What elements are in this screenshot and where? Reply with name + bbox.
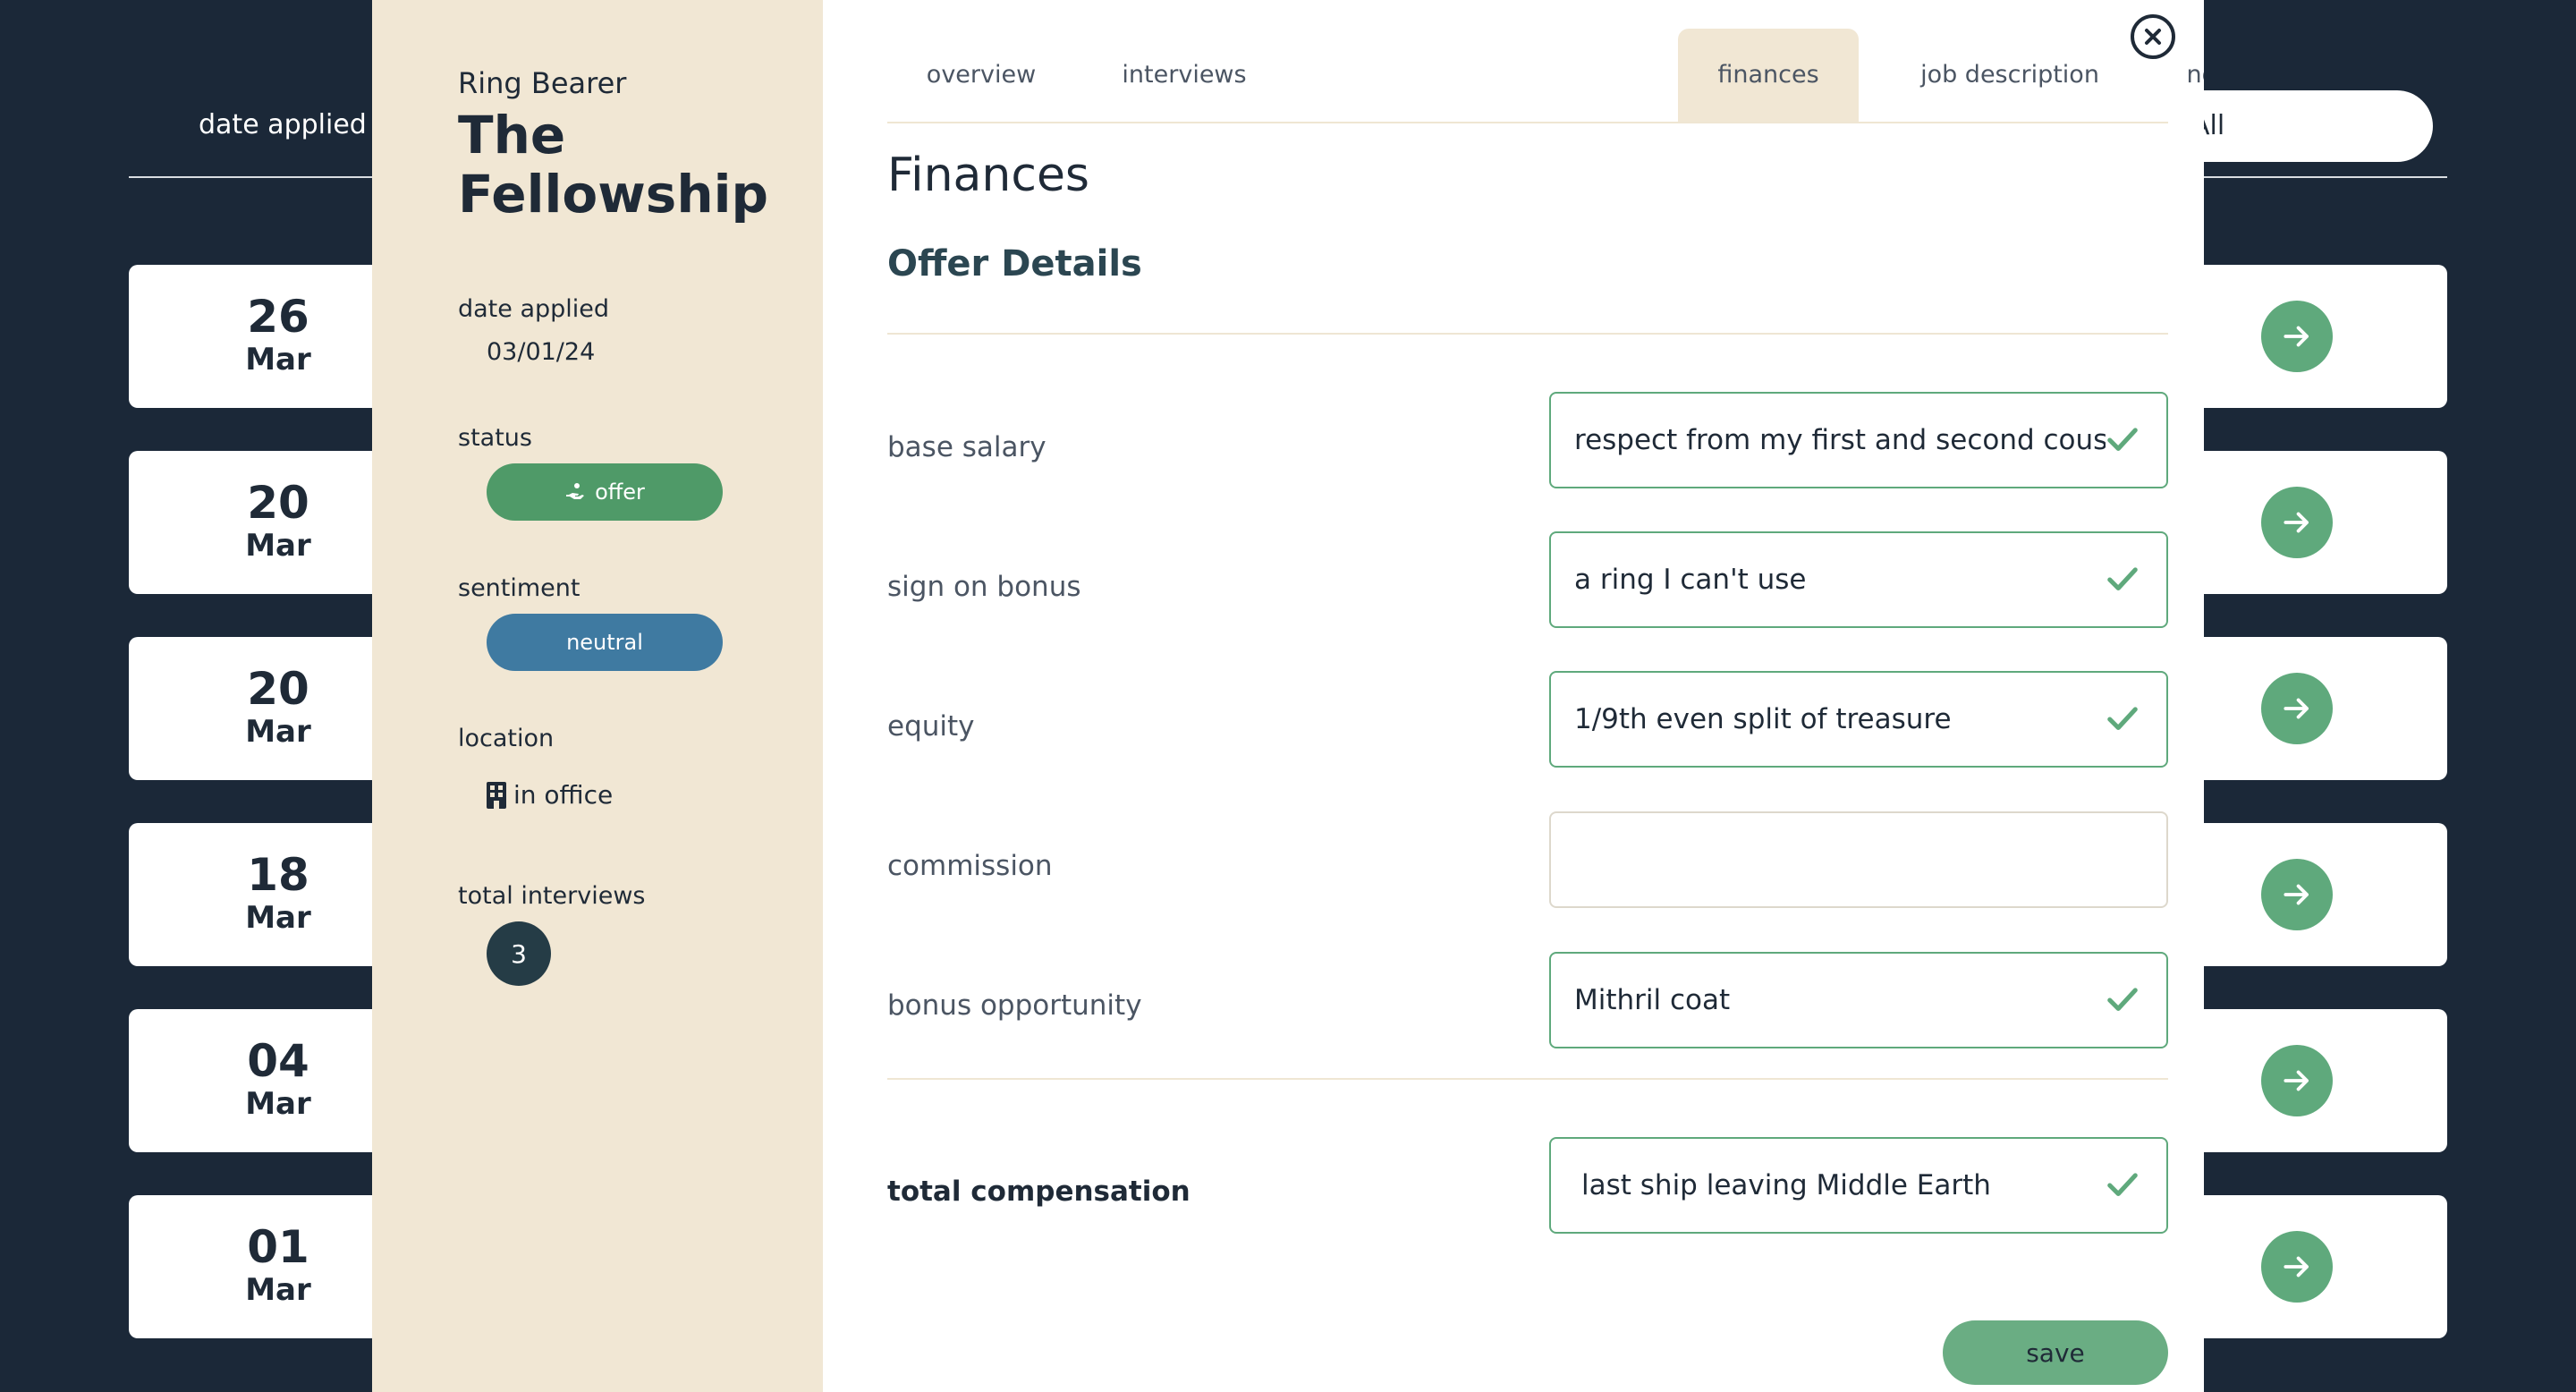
open-row-button[interactable] bbox=[2261, 1045, 2333, 1116]
save-button[interactable]: save bbox=[1943, 1320, 2168, 1385]
arrow-right-icon bbox=[2284, 1070, 2309, 1091]
role-title: Ring Bearer bbox=[458, 66, 627, 100]
commission-field[interactable] bbox=[1549, 811, 2168, 908]
arrow-right-icon bbox=[2284, 326, 2309, 347]
total-compensation-field[interactable]: last ship leaving Middle Earth bbox=[1549, 1137, 2168, 1234]
bonus-opportunity-value[interactable]: Mithril coat bbox=[1574, 984, 2106, 1016]
sign-on-bonus-value[interactable]: a ring I can't use bbox=[1574, 564, 2106, 596]
close-circle-icon bbox=[2145, 29, 2161, 45]
equity-label: equity bbox=[887, 710, 975, 743]
location-label: location bbox=[458, 725, 555, 752]
building-icon bbox=[487, 781, 506, 809]
commission-label: commission bbox=[887, 850, 1053, 882]
total-interviews-label: total interviews bbox=[458, 882, 646, 910]
check-icon bbox=[2106, 563, 2140, 597]
bonus-opportunity-label: bonus opportunity bbox=[887, 989, 1142, 1022]
detail-tabs: overview interviews finances job descrip… bbox=[887, 29, 2204, 123]
equity-value[interactable]: 1/9th even split of treasure bbox=[1574, 703, 2106, 735]
base-salary-label: base salary bbox=[887, 431, 1046, 463]
sentiment-label: sentiment bbox=[458, 574, 580, 602]
tab-overview[interactable]: overview bbox=[887, 29, 1075, 122]
total-compensation-value[interactable]: last ship leaving Middle Earth bbox=[1574, 1169, 2106, 1201]
offer-details-heading: Offer Details bbox=[887, 243, 1142, 284]
section-divider bbox=[887, 333, 2168, 335]
equity-field[interactable]: 1/9th even split of treasure bbox=[1549, 671, 2168, 768]
status-text: offer bbox=[595, 480, 645, 505]
check-icon bbox=[2106, 983, 2140, 1017]
sentiment-text: neutral bbox=[566, 630, 643, 655]
date-applied-value: 03/01/24 bbox=[487, 338, 596, 366]
total-compensation-label: total compensation bbox=[887, 1176, 1191, 1208]
application-summary-sidebar: Ring Bearer The Fellowship date applied … bbox=[372, 0, 823, 1392]
bonus-opportunity-field[interactable]: Mithril coat bbox=[1549, 952, 2168, 1048]
arrow-right-icon bbox=[2284, 884, 2309, 905]
sentiment-badge[interactable]: neutral bbox=[487, 614, 723, 671]
status-label: status bbox=[458, 424, 532, 452]
close-modal-button[interactable] bbox=[2131, 14, 2175, 59]
open-row-button[interactable] bbox=[2261, 859, 2333, 930]
tab-finances[interactable]: finances bbox=[1678, 29, 1859, 122]
page-title: Finances bbox=[887, 149, 1090, 202]
interview-count-badge: 3 bbox=[487, 921, 551, 986]
check-icon bbox=[2106, 702, 2140, 736]
open-row-button[interactable] bbox=[2261, 673, 2333, 744]
sign-on-bonus-field[interactable]: a ring I can't use bbox=[1549, 531, 2168, 628]
arrow-right-icon bbox=[2284, 698, 2309, 719]
company-name: The Fellowship bbox=[458, 105, 769, 225]
application-detail-modal: Ring Bearer The Fellowship date applied … bbox=[372, 0, 2204, 1392]
date-applied-label: date applied bbox=[458, 295, 610, 323]
open-row-button[interactable] bbox=[2261, 301, 2333, 372]
open-row-button[interactable] bbox=[2261, 487, 2333, 558]
status-badge[interactable]: offer bbox=[487, 463, 723, 521]
total-divider bbox=[887, 1078, 2168, 1080]
open-row-button[interactable] bbox=[2261, 1231, 2333, 1303]
arrow-right-icon bbox=[2284, 1256, 2309, 1277]
arrow-right-icon bbox=[2284, 512, 2309, 533]
column-header-date-applied[interactable]: date applied bbox=[199, 109, 367, 140]
check-icon bbox=[2106, 423, 2140, 457]
check-icon bbox=[2106, 1168, 2140, 1202]
location-value: in office bbox=[487, 780, 613, 810]
sign-on-bonus-label: sign on bonus bbox=[887, 571, 1081, 603]
base-salary-value[interactable]: respect from my first and second cousin bbox=[1574, 424, 2106, 456]
base-salary-field[interactable]: respect from my first and second cousin bbox=[1549, 392, 2168, 488]
location-text: in office bbox=[513, 780, 614, 810]
tab-interviews[interactable]: interviews bbox=[1075, 29, 1293, 122]
tab-job-description[interactable]: job description bbox=[1889, 29, 2131, 122]
hand-coin-icon bbox=[566, 483, 585, 499]
